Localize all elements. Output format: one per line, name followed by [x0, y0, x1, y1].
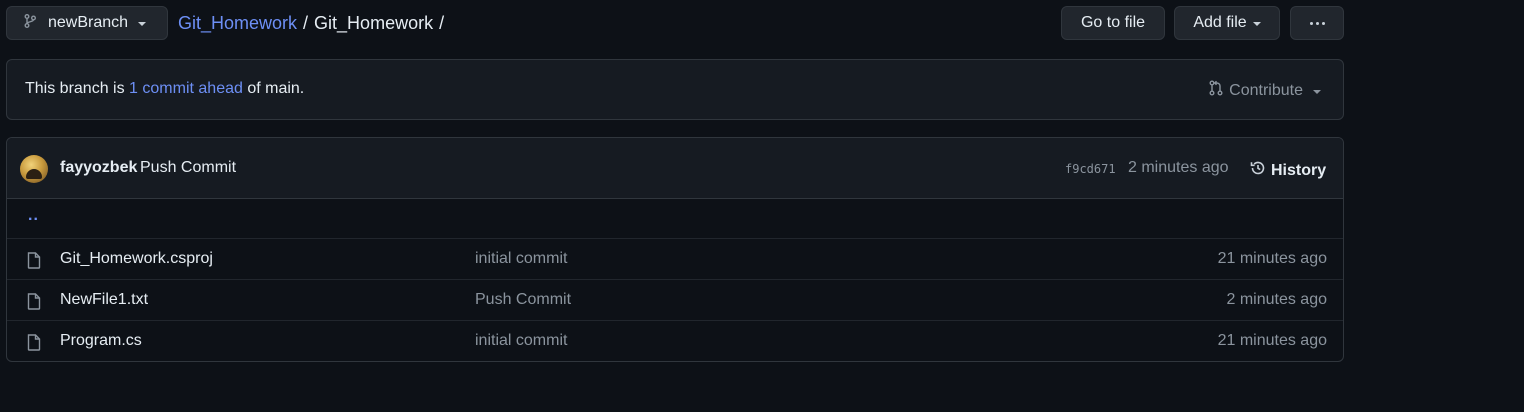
- chevron-down-icon: [138, 22, 147, 26]
- table-row: Git_Homework.csproj initial commit 21 mi…: [7, 239, 1343, 280]
- more-options-button[interactable]: [1290, 6, 1344, 40]
- table-row: Program.cs initial commit 21 minutes ago: [7, 321, 1343, 361]
- git-pull-request-icon: [1209, 80, 1229, 101]
- contribute-button[interactable]: Contribute: [1209, 80, 1321, 101]
- kebab-horizontal-icon: [1309, 21, 1325, 25]
- breadcrumb-separator: /: [303, 12, 309, 33]
- add-file-label: Add file: [1193, 14, 1247, 31]
- branch-ahead-banner: This branch is 1 commit ahead of main. C…: [6, 59, 1344, 120]
- latest-commit-row: fayyozbek Push Commit f9cd671 2 minutes …: [7, 138, 1343, 199]
- history-link[interactable]: History: [1249, 159, 1326, 182]
- commit-author-link[interactable]: fayyozbek: [60, 159, 137, 177]
- parent-directory-link[interactable]: ..: [28, 207, 39, 225]
- commits-ahead-link[interactable]: 1 commit ahead: [129, 80, 243, 97]
- commit-sha-link[interactable]: f9cd671: [1065, 162, 1116, 176]
- file-icon: [27, 334, 41, 356]
- history-icon: [1249, 159, 1271, 182]
- file-commit-message-link[interactable]: initial commit: [475, 250, 567, 268]
- banner-prefix: This branch is: [25, 80, 130, 97]
- file-commit-message-link[interactable]: Push Commit: [475, 291, 571, 309]
- repo-directory-page: newBranch Git_Homework / Git_Homework / …: [0, 0, 1524, 412]
- history-label: History: [1271, 161, 1327, 179]
- file-commit-time: 21 minutes ago: [1217, 332, 1327, 349]
- breadcrumb-current-dir: Git_Homework: [314, 12, 434, 33]
- branch-name: newBranch: [48, 14, 129, 31]
- file-name-link[interactable]: NewFile1.txt: [60, 291, 148, 309]
- table-row: NewFile1.txt Push Commit 2 minutes ago: [7, 280, 1343, 321]
- file-name-link[interactable]: Git_Homework.csproj: [60, 250, 213, 268]
- chevron-down-icon: [1252, 22, 1261, 26]
- branch-select-button[interactable]: newBranch: [6, 6, 168, 40]
- file-commit-time: 21 minutes ago: [1217, 250, 1327, 267]
- breadcrumb-separator: /: [439, 12, 445, 33]
- git-branch-icon: [24, 13, 36, 33]
- banner-suffix: of main.: [242, 80, 305, 97]
- chevron-down-icon: [1313, 89, 1321, 94]
- branch-status-text: This branch is 1 commit ahead of main.: [25, 80, 304, 98]
- breadcrumb: Git_Homework / Git_Homework /: [178, 6, 450, 40]
- file-commit-message-link[interactable]: initial commit: [475, 332, 567, 350]
- file-list: fayyozbek Push Commit f9cd671 2 minutes …: [6, 137, 1344, 362]
- parent-directory-row[interactable]: ..: [7, 199, 1343, 239]
- add-file-button[interactable]: Add file: [1174, 6, 1280, 40]
- file-name-link[interactable]: Program.cs: [60, 332, 142, 350]
- file-icon: [27, 293, 41, 315]
- file-icon: [27, 252, 41, 274]
- file-navigation-bar: newBranch Git_Homework / Git_Homework / …: [6, 6, 1344, 42]
- contribute-label: Contribute: [1229, 81, 1303, 99]
- commit-time: 2 minutes ago: [1128, 159, 1229, 176]
- avatar[interactable]: [20, 155, 48, 183]
- go-to-file-button[interactable]: Go to file: [1061, 6, 1165, 40]
- file-commit-time: 2 minutes ago: [1226, 291, 1327, 308]
- commit-message-link[interactable]: Push Commit: [140, 159, 236, 177]
- breadcrumb-repo-link[interactable]: Git_Homework: [178, 13, 297, 34]
